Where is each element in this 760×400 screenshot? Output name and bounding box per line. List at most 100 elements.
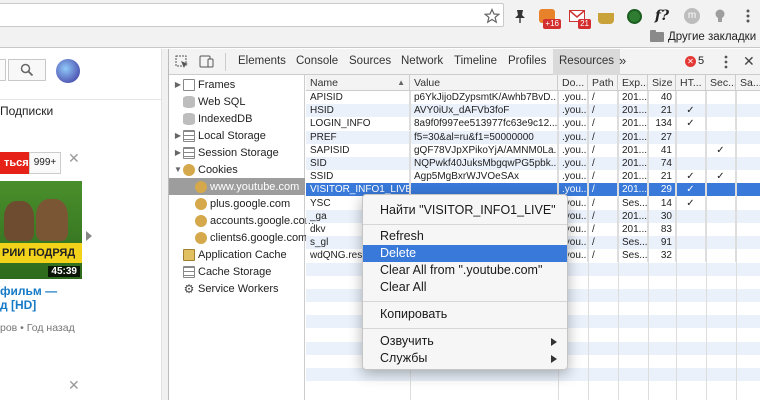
expand-arrow-icon[interactable]: ▶ <box>173 148 183 157</box>
menu-item-clear-all[interactable]: Clear All <box>363 279 567 296</box>
tree-item-service-workers[interactable]: ⚙ Service Workers <box>173 280 279 297</box>
table-cell <box>706 117 736 131</box>
table-cell: SSID <box>306 170 410 184</box>
user-avatar[interactable] <box>56 59 80 83</box>
table-row[interactable]: PREF f5=30&al=ru&f1=50000000 .you.../201..… <box>306 130 760 144</box>
tree-item-cookies[interactable]: ▼ Cookies <box>173 161 238 178</box>
tree-item-application-cache[interactable]: Application Cache <box>173 246 287 263</box>
column-header[interactable]: Do... <box>558 75 588 91</box>
column-header[interactable]: Sa... <box>736 75 760 91</box>
profile-avatar-icon[interactable]: m <box>682 6 702 26</box>
tree-item-plus-google-com[interactable]: plus.google.com <box>195 195 290 212</box>
resources-sidebar: ▶ Frames Web SQL IndexedDB ▶ Local Stora… <box>169 75 314 400</box>
collapse-arrow-icon[interactable]: ▼ <box>173 165 183 174</box>
tab-elements[interactable]: Elements <box>238 55 286 67</box>
table-cell: .you... <box>558 170 588 184</box>
tree-item-web-sql[interactable]: Web SQL <box>173 93 246 110</box>
video-thumbnail[interactable]: РИИ ПОДРЯД 45:39 <box>0 181 82 279</box>
expand-arrow-icon[interactable]: ▶ <box>173 131 183 140</box>
globe-icon[interactable] <box>624 6 644 26</box>
formula-extension-icon[interactable]: f? <box>652 6 672 26</box>
tab-sources[interactable]: Sources <box>349 55 391 67</box>
other-bookmarks-folder[interactable]: Другие закладки <box>650 30 757 43</box>
device-mode-icon[interactable] <box>199 54 215 69</box>
table-cell: .you... <box>558 104 588 118</box>
table-cell: / <box>588 143 618 157</box>
tab-profiles[interactable]: Profiles <box>508 55 546 67</box>
lightbulb-icon[interactable] <box>710 6 730 26</box>
storage-grid-icon <box>183 265 195 278</box>
orange-extension-icon[interactable]: +16 <box>537 6 561 29</box>
menu-item-copy[interactable]: Копировать <box>363 306 567 323</box>
column-header[interactable]: Value <box>410 75 558 91</box>
tab-network[interactable]: Network <box>401 55 443 67</box>
menu-item-clear-all-from-domain[interactable]: Clear All from ".youtube.com" <box>363 262 567 279</box>
table-row[interactable]: LOGIN_INFO 8a9f0f997ee513977fc63e9c12....… <box>306 117 760 131</box>
column-header[interactable]: Sec... <box>706 75 736 91</box>
table-cell: 74 <box>648 157 676 170</box>
error-counter[interactable]: ✕ 5 <box>685 55 704 67</box>
menu-item-find[interactable]: Найти "VISITOR_INFO1_LIVE" <box>363 202 567 219</box>
table-row[interactable]: SID NQPwkf40JuksMbgqwPG5pbk... .you.../201… <box>306 157 760 170</box>
tree-item-accounts-google-com[interactable]: accounts.google.com <box>195 212 314 229</box>
table-cell: 32 <box>648 249 676 263</box>
cartoon-figure <box>4 201 34 241</box>
basket-extension-icon[interactable] <box>596 6 616 26</box>
search-button[interactable] <box>8 59 46 81</box>
more-tabs-button[interactable]: » <box>619 53 626 68</box>
search-box-edge[interactable] <box>0 59 6 81</box>
other-bookmarks-label: Другие закладки <box>668 31 757 43</box>
tree-item-local-storage[interactable]: ▶ Local Storage <box>173 127 266 144</box>
column-header[interactable]: Size <box>648 75 676 91</box>
tree-item-session-storage[interactable]: ▶ Session Storage <box>173 144 279 161</box>
page-scrollbar[interactable] <box>161 49 168 400</box>
menu-item-refresh[interactable]: Refresh <box>363 228 567 245</box>
table-row[interactable]: SSID Agp5MgBxrWJVOeSAx .you.../201... 21 ✓ ✓ <box>306 170 760 184</box>
tree-item-indexeddb[interactable]: IndexedDB <box>173 110 252 127</box>
table-cell <box>676 209 706 223</box>
menu-item-delete[interactable]: Delete <box>363 245 567 262</box>
tree-item-cache-storage[interactable]: Cache Storage <box>173 263 271 280</box>
table-row[interactable]: SAPISID gQF78VJpXPikoYjA/AMNM0La... .you..… <box>306 143 760 157</box>
column-header[interactable]: Exp... <box>618 75 648 91</box>
tree-item-clients6-google-com[interactable]: clients6.google.com <box>195 229 307 246</box>
tree-item-frames[interactable]: ▶ Frames <box>173 76 235 93</box>
close-icon[interactable]: ✕ <box>68 150 80 167</box>
close-devtools-icon[interactable]: ✕ <box>743 53 755 70</box>
table-cell <box>706 209 736 223</box>
column-header[interactable]: Name ▲ <box>306 75 410 91</box>
table-cell: .you... <box>558 117 588 131</box>
gmail-icon[interactable]: 21 <box>567 6 591 29</box>
menu-item-services[interactable]: Службы <box>363 350 567 367</box>
table-cell: ✓ <box>676 117 706 131</box>
table-cell <box>676 249 706 263</box>
tab-resources[interactable]: Resources <box>553 49 620 75</box>
table-cell: / <box>588 130 618 144</box>
video-title[interactable]: фильм — д [HD] <box>0 284 57 312</box>
subscribe-button[interactable]: ться <box>0 152 29 174</box>
column-header[interactable]: HT... <box>676 75 706 91</box>
cookie-icon <box>195 180 207 193</box>
address-bar[interactable] <box>0 3 504 27</box>
tab-console[interactable]: Console <box>296 55 338 67</box>
inspect-element-icon[interactable] <box>175 55 189 69</box>
menu-item-speak[interactable]: Озвучить <box>363 333 567 350</box>
close-icon[interactable]: ✕ <box>68 377 80 394</box>
tree-item-label: Cookies <box>198 163 238 176</box>
tree-item-www-youtube-com[interactable]: www.youtube.com <box>169 178 305 195</box>
tab-timeline[interactable]: Timeline <box>454 55 497 67</box>
column-header[interactable]: Path <box>588 75 618 91</box>
table-row[interactable]: APISID p6YkJijoDZypsmtK/Awhb7BvD... .you..… <box>306 91 760 104</box>
expand-arrow-icon[interactable]: ▶ <box>173 80 183 89</box>
next-arrow-icon[interactable] <box>86 231 92 241</box>
table-cell: 201... <box>618 143 648 157</box>
database-icon <box>183 112 195 125</box>
table-cell: Ses... <box>618 236 648 250</box>
table-cell: 21 <box>648 104 676 118</box>
star-bookmark-icon[interactable] <box>482 6 502 26</box>
subscriptions-link[interactable]: Подписки <box>0 104 53 118</box>
table-row[interactable]: HSID AVY0iUx_dAFVb3foF .you.../201... 21 ✓ <box>306 104 760 118</box>
chrome-menu-icon[interactable] <box>738 6 758 26</box>
pin-extension-icon[interactable] <box>510 6 530 26</box>
devtools-menu-icon[interactable] <box>724 55 728 69</box>
